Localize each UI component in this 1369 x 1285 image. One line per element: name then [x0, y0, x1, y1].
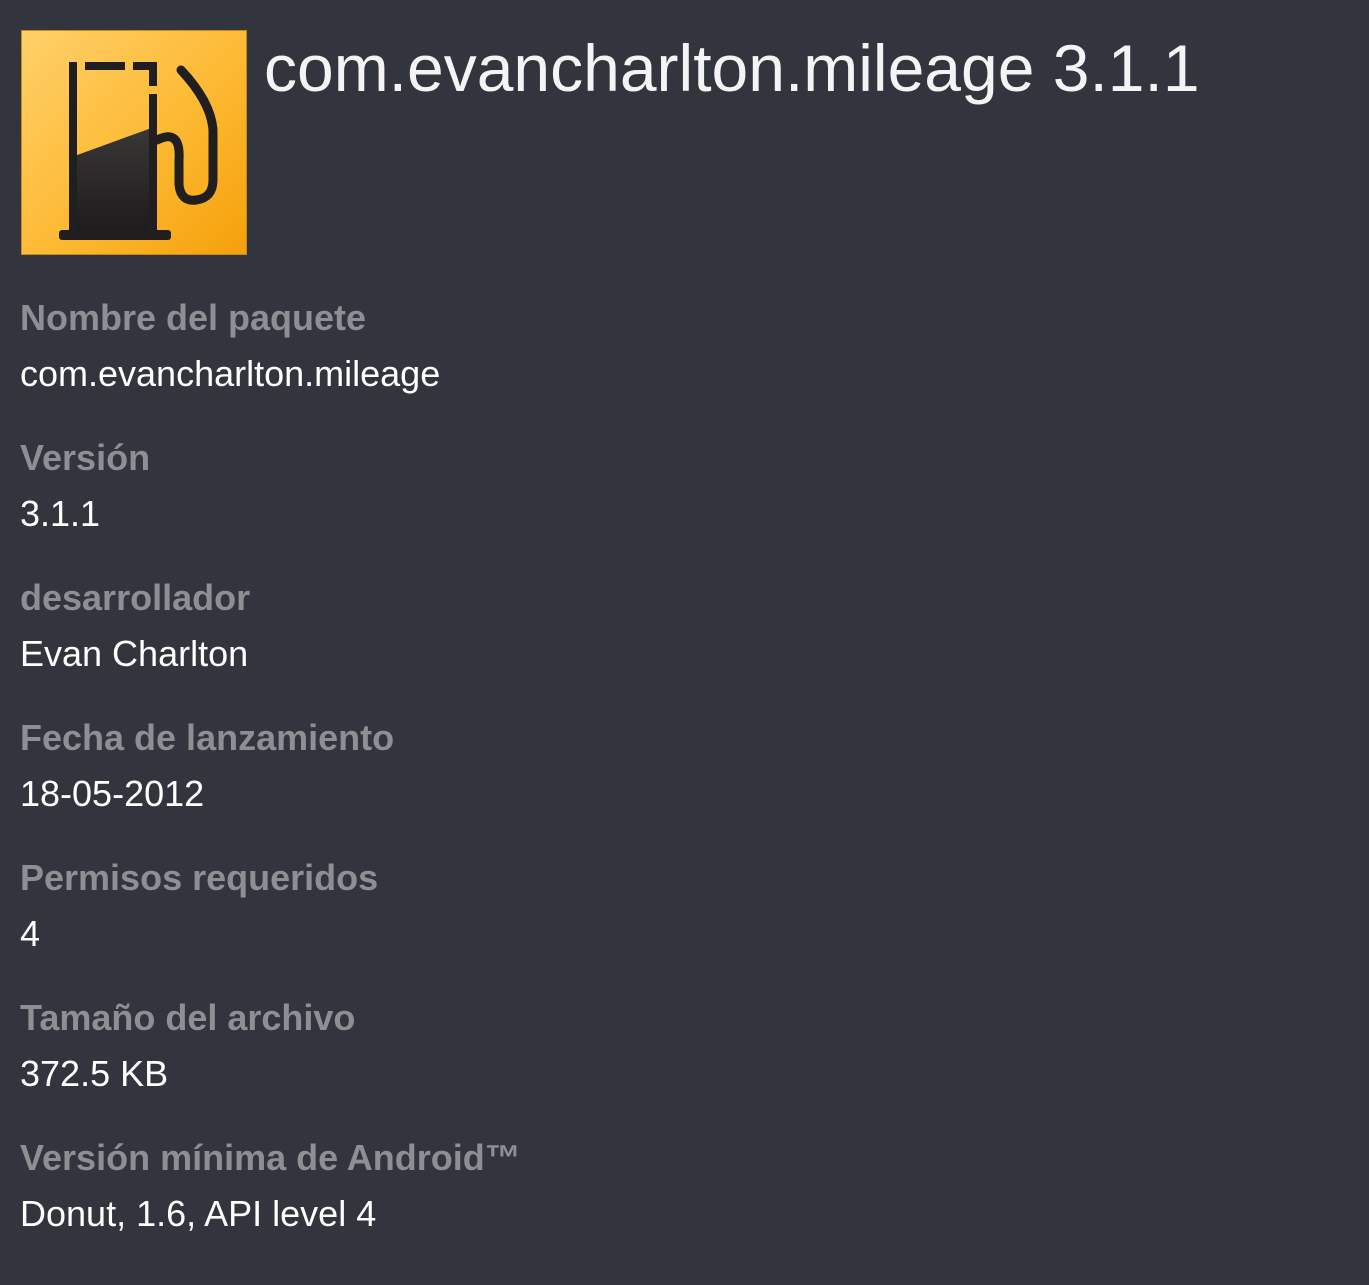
detail-value: Donut, 1.6, API level 4: [20, 1193, 377, 1234]
detail-label: Nombre del paquete: [20, 297, 367, 338]
detail-package-name: Nombre del paquete com.evancharlton.mile…: [20, 290, 521, 430]
detail-label: Versión: [20, 437, 151, 478]
detail-version: Versión 3.1.1: [20, 430, 521, 570]
detail-label: Tamaño del archivo: [20, 997, 356, 1038]
app-details-list: Nombre del paquete com.evancharlton.mile…: [20, 290, 521, 1270]
detail-label: Versión mínima de Android™: [20, 1137, 521, 1178]
detail-value: 372.5 KB: [20, 1053, 169, 1094]
detail-permissions: Permisos requeridos 4: [20, 850, 521, 990]
detail-label: desarrollador: [20, 577, 251, 618]
detail-min-android: Versión mínima de Android™ Donut, 1.6, A…: [20, 1130, 521, 1270]
detail-release-date: Fecha de lanzamiento 18-05-2012: [20, 710, 521, 850]
detail-value: Evan Charlton: [20, 633, 249, 674]
detail-value: 3.1.1: [20, 493, 101, 534]
detail-value: 4: [20, 913, 41, 954]
detail-file-size: Tamaño del archivo 372.5 KB: [20, 990, 521, 1130]
app-title: com.evancharlton.mileage 3.1.1: [264, 31, 1200, 105]
detail-value: 18-05-2012: [20, 773, 205, 814]
fuel-pump-icon: [21, 30, 247, 255]
detail-label: Fecha de lanzamiento: [20, 717, 395, 758]
app-icon: [21, 30, 247, 255]
detail-developer: desarrollador Evan Charlton: [20, 570, 521, 710]
detail-label: Permisos requeridos: [20, 857, 379, 898]
detail-value: com.evancharlton.mileage: [20, 353, 441, 394]
